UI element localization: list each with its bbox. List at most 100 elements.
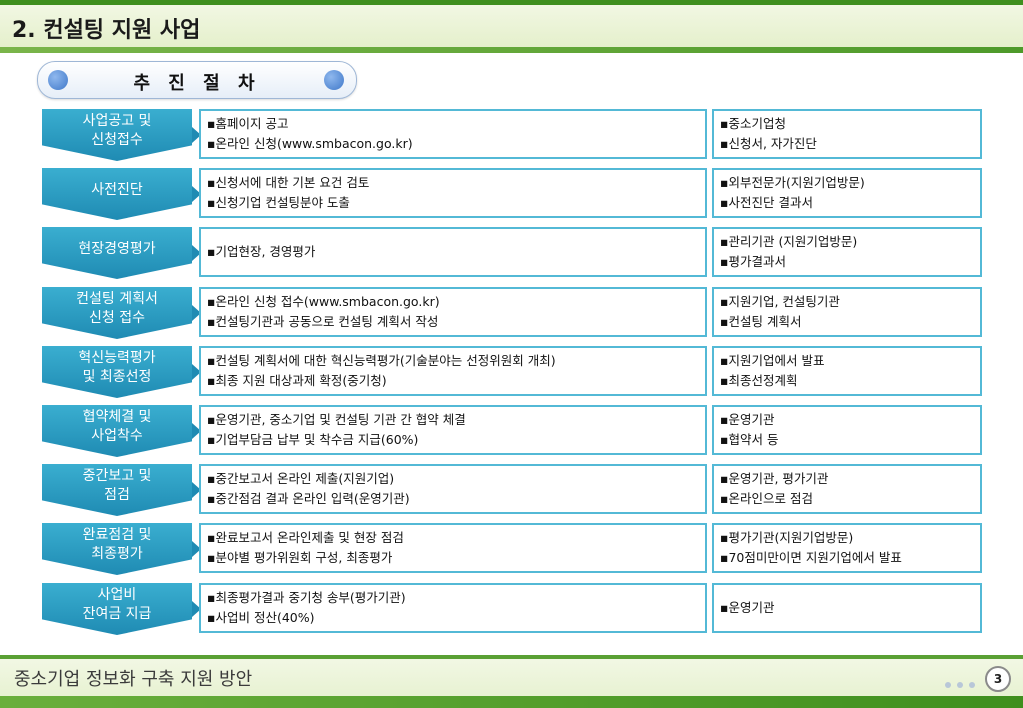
- process-row: 사업공고 및신청접수 ▪홈페이지 공고 ▪온라인 신청(www.smbacon.go…: [42, 109, 982, 165]
- action-box: ▪홈페이지 공고 ▪온라인 신청(www.smbacon.go.kr): [199, 109, 707, 159]
- step-label-line: 및 최종선정: [82, 369, 152, 385]
- step-label: 완료점검 및최종평가: [42, 523, 192, 575]
- action-box-line: ▪컨설팅 계획서에 대한 혁신능력평가(기술분야는 선정위원회 개최): [207, 353, 556, 368]
- step-label: 중간보고 및점검: [42, 464, 192, 516]
- action-box-line: ▪최종평가결과 중기청 송부(평가기관): [207, 590, 406, 605]
- process-row: 사업비잔여금 지급 ▪최종평가결과 중기청 송부(평가기관) ▪사업비 정산(40%…: [42, 583, 982, 639]
- owner-box-line: ▪온라인으로 점검: [720, 491, 813, 506]
- step-label-line: 사업착수: [91, 428, 143, 444]
- page-title: 2. 컨설팅 지원 사업: [12, 18, 201, 43]
- step-label-line: 사업비: [97, 587, 137, 603]
- step-label-line: 사업공고 및: [82, 113, 152, 129]
- owner-box-line: ▪70점미만이면 지원기업에서 발표: [720, 550, 902, 565]
- footer-stripe-bottom: [0, 696, 1023, 708]
- action-box-line: ▪완료보고서 온라인제출 및 현장 점검: [207, 530, 404, 545]
- action-box: ▪기업현장, 경영평가: [199, 227, 707, 277]
- action-box-line: ▪사업비 정산(40%): [207, 610, 315, 625]
- bullet-dot-icon: [324, 70, 344, 90]
- step-label-text: 사업비잔여금 지급: [83, 586, 152, 632]
- owner-box: ▪지원기업에서 발표 ▪최종선정계획: [712, 346, 982, 396]
- step-label-line: 최종평가: [91, 546, 143, 562]
- step-label: 사업공고 및신청접수: [42, 109, 192, 161]
- process-row: 협약체결 및사업착수 ▪운영기관, 중소기업 및 컨설팅 기관 간 협약 체결 ▪기…: [42, 405, 982, 461]
- step-label-line: 점검: [104, 487, 130, 503]
- header-stripe-bottom: [0, 47, 1023, 53]
- action-box: ▪최종평가결과 중기청 송부(평가기관) ▪사업비 정산(40%): [199, 583, 707, 633]
- action-box-line: ▪홈페이지 공고: [207, 116, 289, 131]
- step-label-line: 현장경영평가: [78, 240, 156, 257]
- step-label: 현장경영평가: [42, 227, 192, 279]
- owner-box-line: ▪운영기관, 평가기관: [720, 471, 829, 486]
- owner-box-line: ▪평가기관(지원기업방문): [720, 530, 854, 545]
- action-box-line: ▪온라인 신청 접수(www.smbacon.go.kr): [207, 294, 440, 309]
- step-label-line: 신청접수: [91, 132, 143, 148]
- action-box: ▪중간보고서 온라인 제출(지원기업) ▪중간점검 결과 온라인 입력(운영기관): [199, 464, 707, 514]
- step-label-line: 잔여금 지급: [82, 606, 152, 622]
- owner-box-line: ▪신청서, 자가진단: [720, 136, 817, 151]
- owner-box-line: ▪운영기관: [720, 412, 775, 427]
- process-row: 컨설팅 계획서신청 접수 ▪온라인 신청 접수(www.smbacon.go.kr…: [42, 287, 982, 343]
- owner-box-line: ▪사전진단 결과서: [720, 195, 813, 210]
- owner-box-line: ▪관리기관 (지원기업방문): [720, 234, 858, 249]
- step-label-text: 완료점검 및최종평가: [83, 526, 152, 572]
- owner-box-line: ▪지원기업, 컨설팅기관: [720, 294, 840, 309]
- process-row: 혁신능력평가및 최종선정 ▪컨설팅 계획서에 대한 혁신능력평가(기술분야는 선정…: [42, 346, 982, 402]
- header-bar: 2. 컨설팅 지원 사업: [0, 0, 1023, 53]
- process-header-pill: 추 진 절 차: [37, 61, 357, 99]
- action-box: ▪온라인 신청 접수(www.smbacon.go.kr) ▪컨설팅기관과 공동으…: [199, 287, 707, 337]
- header-stripe-top: [0, 0, 1023, 5]
- step-label-line: 신청 접수: [89, 310, 145, 326]
- step-label-line: 컨설팅 계획서: [76, 291, 158, 307]
- action-box: ▪운영기관, 중소기업 및 컨설팅 기관 간 협약 체결 ▪기업부담금 납부 및 …: [199, 405, 707, 455]
- dot-icon: [969, 682, 975, 688]
- action-box-line: ▪중간점검 결과 온라인 입력(운영기관): [207, 491, 410, 506]
- step-label-line: 협약체결 및: [82, 409, 152, 425]
- step-label-line: 중간보고 및: [82, 468, 152, 484]
- action-box-line: ▪컨설팅기관과 공동으로 컨설팅 계획서 작성: [207, 314, 439, 329]
- footer-title: 중소기업 정보화 구축 지원 방안: [14, 669, 253, 690]
- step-label-line: 사전진단: [91, 181, 143, 198]
- footer-dots: [939, 673, 975, 692]
- footer-stripe-top: [0, 655, 1023, 659]
- step-label: 혁신능력평가및 최종선정: [42, 346, 192, 398]
- step-label-text: 컨설팅 계획서신청 접수: [76, 290, 158, 336]
- step-label-line: 혁신능력평가: [78, 350, 156, 366]
- action-box: ▪신청서에 대한 기본 요건 검토 ▪신청기업 컨설팅분야 도출: [199, 168, 707, 218]
- owner-box-line: ▪외부전문가(지원기업방문): [720, 175, 865, 190]
- action-box-line: ▪분야별 평가위원회 구성, 최종평가: [207, 550, 393, 565]
- owner-box: ▪운영기관, 평가기관 ▪온라인으로 점검: [712, 464, 982, 514]
- owner-box-line: ▪중소기업청: [720, 116, 786, 131]
- owner-box: ▪외부전문가(지원기업방문) ▪사전진단 결과서: [712, 168, 982, 218]
- dot-icon: [945, 682, 951, 688]
- action-box-line: ▪중간보고서 온라인 제출(지원기업): [207, 471, 395, 486]
- action-box-line: ▪기업현장, 경영평가: [207, 244, 316, 259]
- action-box: ▪컨설팅 계획서에 대한 혁신능력평가(기술분야는 선정위원회 개최) ▪최종 지…: [199, 346, 707, 396]
- step-label-text: 사전진단: [91, 181, 143, 208]
- owner-box-line: ▪운영기관: [720, 600, 775, 615]
- step-label-text: 사업공고 및신청접수: [83, 112, 152, 158]
- process-title: 추 진 절 차: [133, 73, 261, 94]
- owner-box: ▪지원기업, 컨설팅기관 ▪컨설팅 계획서: [712, 287, 982, 337]
- action-box-line: ▪최종 지원 대상과제 확정(중기청): [207, 373, 387, 388]
- owner-box: ▪평가기관(지원기업방문) ▪70점미만이면 지원기업에서 발표: [712, 523, 982, 573]
- step-label: 사전진단: [42, 168, 192, 220]
- owner-box-line: ▪컨설팅 계획서: [720, 314, 802, 329]
- owner-box: ▪중소기업청 ▪신청서, 자가진단: [712, 109, 982, 159]
- owner-box-line: ▪평가결과서: [720, 254, 786, 269]
- step-label-text: 중간보고 및점검: [83, 467, 152, 513]
- owner-box-line: ▪최종선정계획: [720, 373, 798, 388]
- step-label-line: 완료점검 및: [82, 527, 152, 543]
- owner-box-line: ▪지원기업에서 발표: [720, 353, 825, 368]
- step-label: 컨설팅 계획서신청 접수: [42, 287, 192, 339]
- dot-icon: [957, 682, 963, 688]
- step-label-text: 현장경영평가: [78, 240, 155, 267]
- process-row: 완료점검 및최종평가 ▪완료보고서 온라인제출 및 현장 점검 ▪분야별 평가위원회…: [42, 523, 982, 579]
- owner-box: ▪운영기관: [712, 583, 982, 633]
- owner-box: ▪운영기관 ▪협약서 등: [712, 405, 982, 455]
- step-label-text: 혁신능력평가및 최종선정: [78, 349, 155, 395]
- step-label-text: 협약체결 및사업착수: [83, 408, 152, 454]
- action-box-line: ▪운영기관, 중소기업 및 컨설팅 기관 간 협약 체결: [207, 412, 466, 427]
- owner-box-line: ▪협약서 등: [720, 432, 779, 447]
- action-box-line: ▪기업부담금 납부 및 착수금 지급(60%): [207, 432, 419, 447]
- owner-box: ▪관리기관 (지원기업방문) ▪평가결과서: [712, 227, 982, 277]
